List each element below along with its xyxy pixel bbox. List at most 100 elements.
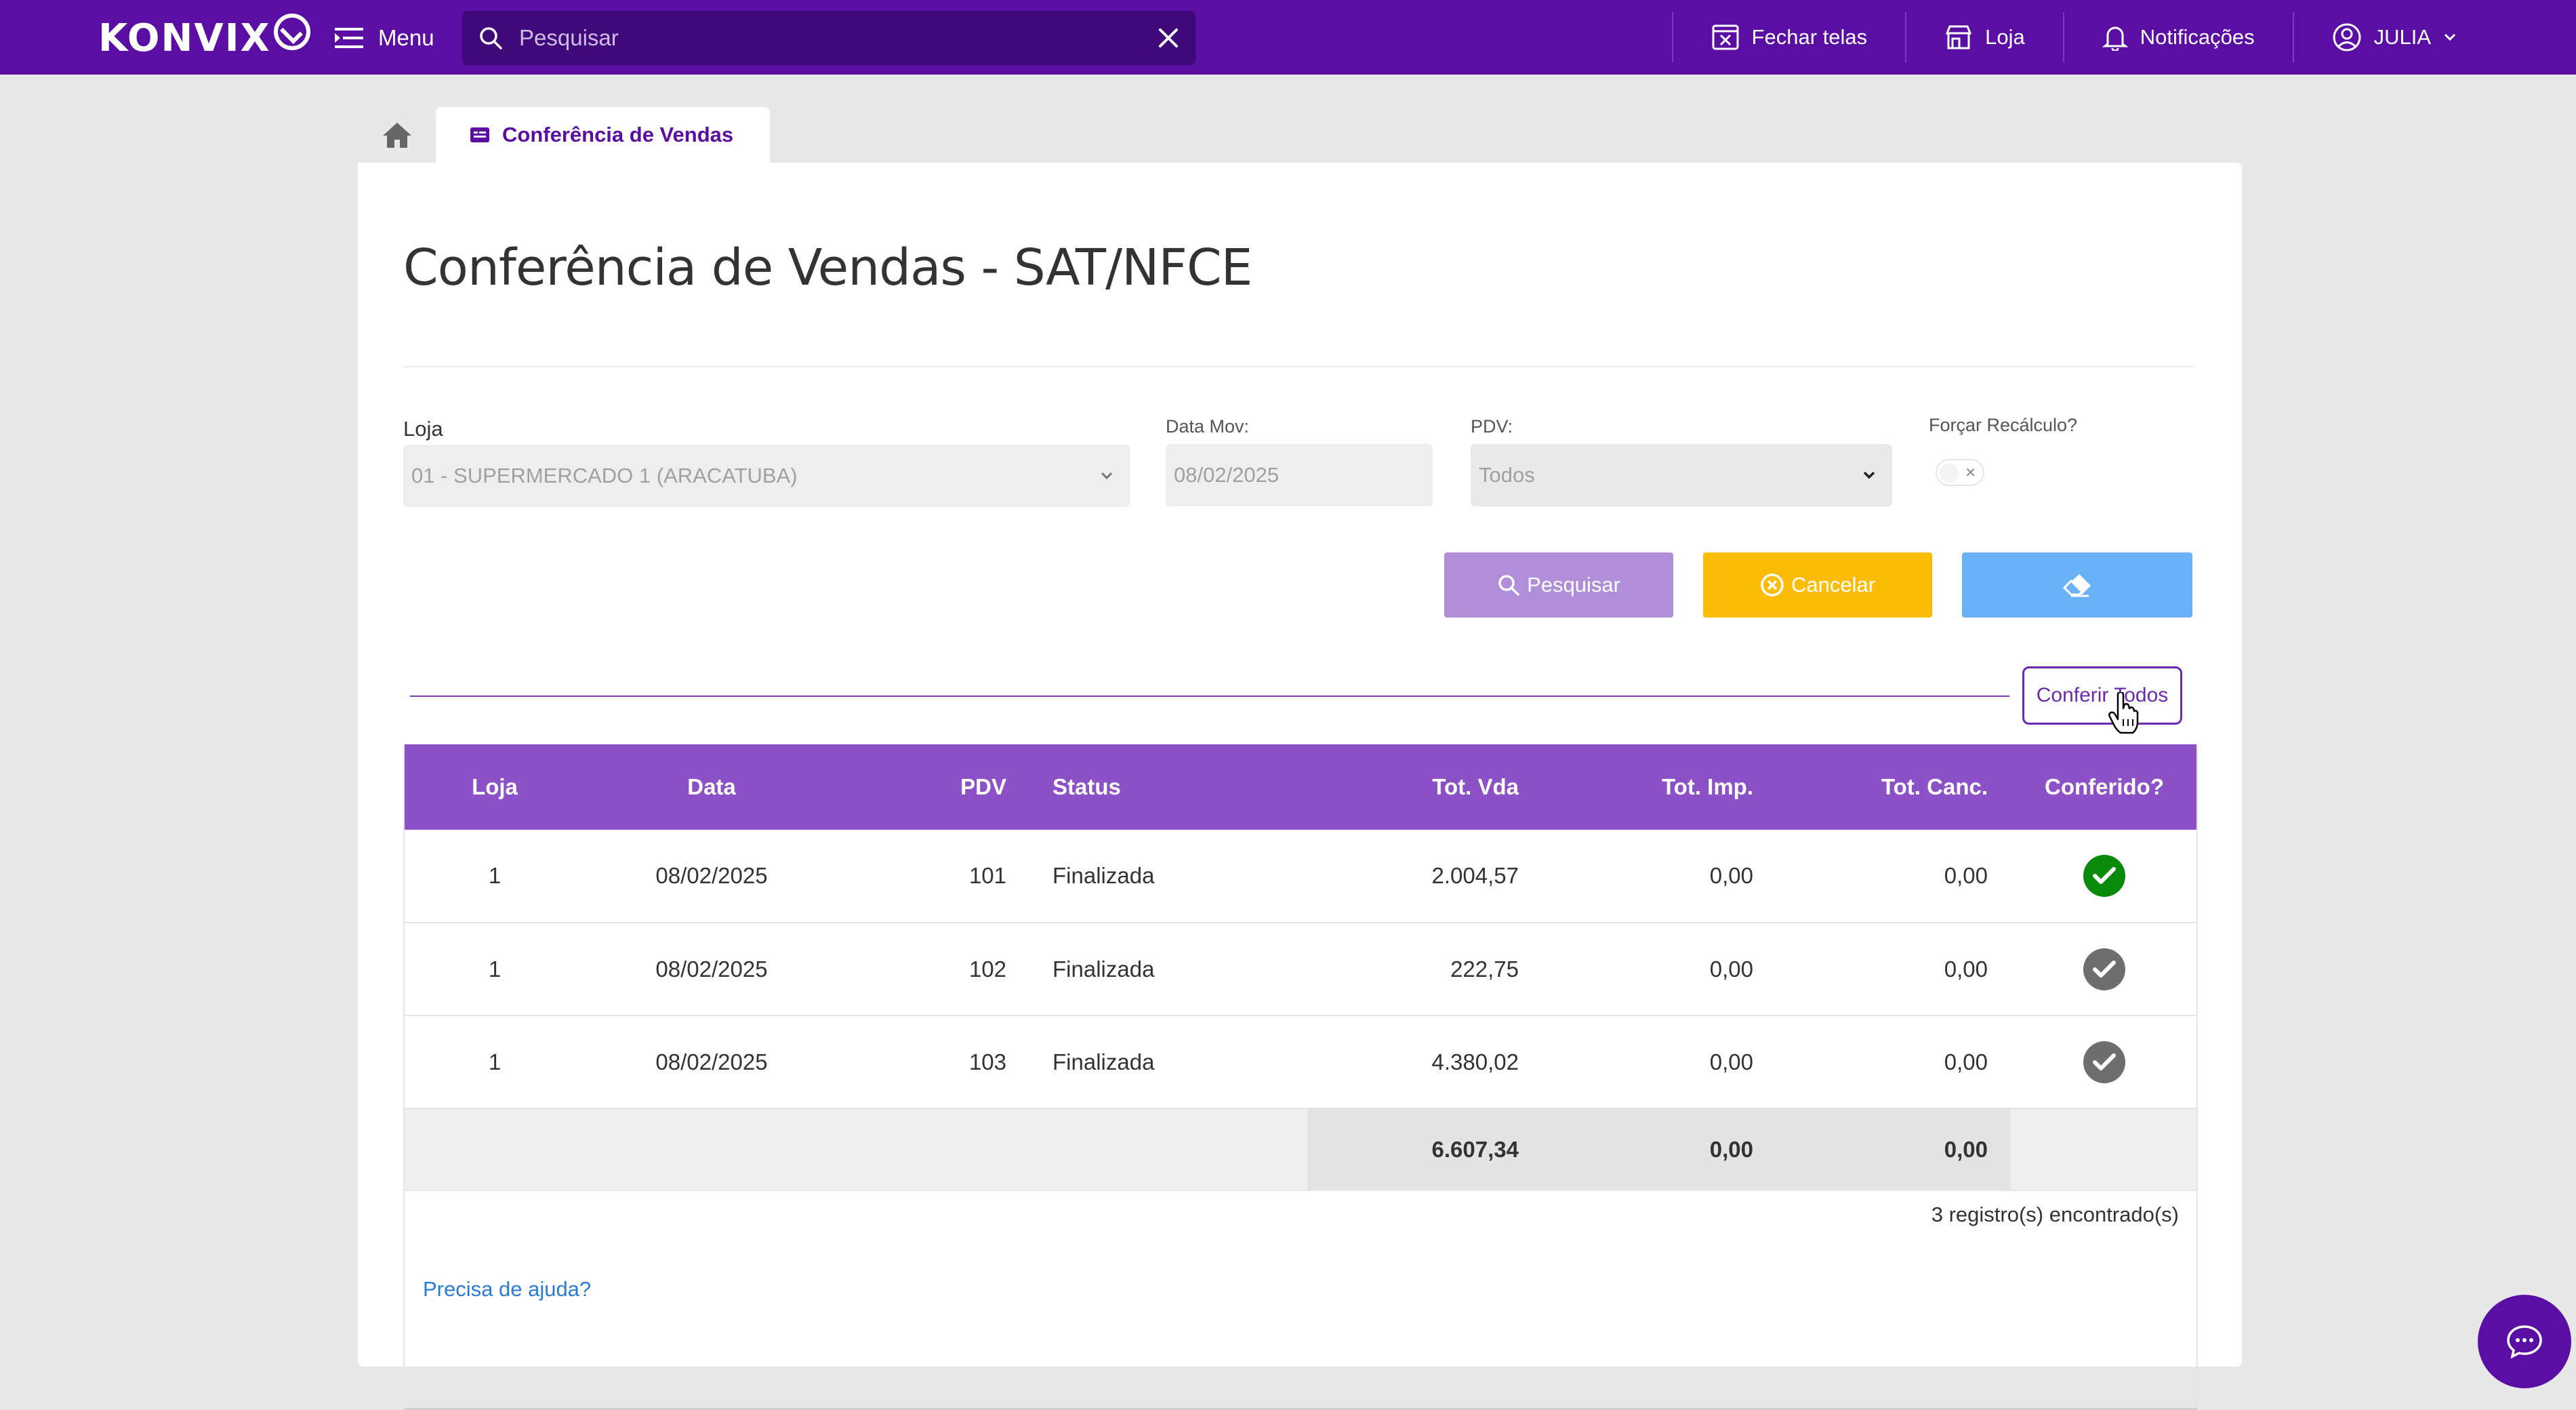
tab-conferencia-vendas[interactable]: Conferência de Vendas: [436, 107, 771, 163]
store-icon: [1945, 25, 1972, 49]
cell-tot-imp: 0,00: [1542, 1015, 1776, 1109]
col-conferido[interactable]: Conferido?: [2011, 744, 2198, 830]
col-status[interactable]: Status: [1020, 744, 1307, 830]
top-actions: Fechar telas Loja Notificações JULIA: [1671, 0, 2495, 75]
cell-conferido: [2011, 923, 2198, 1016]
help-link[interactable]: Precisa de ajuda?: [423, 1277, 591, 1302]
cell-pdv: 101: [837, 830, 1020, 923]
page-title: Conferência de Vendas - SAT/NFCE: [403, 239, 1252, 297]
cell-tot-canc: 0,00: [1776, 830, 2011, 923]
total-tot-vda: 6.607,34: [1307, 1108, 1542, 1191]
col-tot-imp[interactable]: Tot. Imp.: [1542, 744, 1776, 830]
pdv-label: PDV:: [1471, 416, 1513, 437]
check-confirmed-icon[interactable]: [2083, 855, 2125, 897]
data-mov-label: Data Mov:: [1166, 416, 1250, 437]
loja-label: Loja: [403, 417, 443, 441]
home-icon: [382, 123, 411, 148]
data-mov-field[interactable]: 08/02/2025: [1166, 444, 1433, 506]
search-button[interactable]: Pesquisar: [1444, 552, 1673, 618]
conferir-todos-button[interactable]: Conferir Todos: [2022, 666, 2182, 725]
total-tot-canc: 0,00: [1776, 1108, 2011, 1191]
col-data[interactable]: Data: [586, 744, 837, 830]
menu-button[interactable]: Menu: [335, 19, 434, 57]
cell-data: 08/02/2025: [586, 923, 837, 1016]
cell-pdv: 102: [837, 923, 1020, 1016]
cell-loja: 1: [403, 1015, 586, 1109]
logo-mark-icon: [273, 14, 310, 50]
tab-home[interactable]: [358, 107, 436, 163]
cell-tot-canc: 0,00: [1776, 923, 2011, 1016]
totals-spacer: [403, 1108, 1307, 1191]
tab-label: Conferência de Vendas: [502, 123, 734, 146]
col-tot-canc[interactable]: Tot. Canc.: [1776, 744, 2011, 830]
close-screens-label: Fechar telas: [1751, 25, 1868, 49]
totals-row: 6.607,34 0,00 0,00: [403, 1108, 2198, 1191]
tab-strip: Conferência de Vendas: [358, 107, 771, 163]
cell-pdv: 103: [837, 1015, 1020, 1109]
hamburger-icon: [335, 28, 363, 48]
cancel-button[interactable]: Cancelar: [1703, 552, 1932, 618]
top-bar: KONVIX Menu Fechar: [0, 0, 2576, 75]
cell-tot-vda: 2.004,57: [1307, 830, 1542, 923]
clear-filters-button[interactable]: [1962, 552, 2192, 618]
user-menu[interactable]: JULIA: [2292, 12, 2495, 62]
data-mov-value: 08/02/2025: [1174, 463, 1280, 487]
chat-bubble-icon: [2507, 1325, 2542, 1359]
table-row[interactable]: 1 08/02/2025 103 Finalizada 4.380,02 0,0…: [403, 1015, 2198, 1109]
cell-status: Finalizada: [1020, 923, 1307, 1016]
totals-empty: [2011, 1108, 2198, 1191]
cell-loja: 1: [403, 923, 586, 1016]
user-avatar-icon: [2333, 23, 2361, 52]
hand-cursor-icon: [2108, 692, 2139, 734]
section-divider: [410, 696, 2009, 697]
cell-data: 08/02/2025: [586, 830, 837, 923]
chevron-down-icon: [2444, 33, 2456, 41]
search-bar: [462, 11, 1195, 65]
cell-tot-canc: 0,00: [1776, 1015, 2011, 1109]
store-label: Loja: [1985, 25, 2025, 49]
search-icon: [1498, 575, 1519, 596]
store-button[interactable]: Loja: [1905, 12, 2063, 62]
table-row[interactable]: 1 08/02/2025 101 Finalizada 2.004,57 0,0…: [403, 830, 2198, 923]
conferir-todos-label: Conferir Todos: [2036, 684, 2169, 706]
loja-select[interactable]: 01 - SUPERMERCADO 1 (ARACATUBA): [403, 445, 1130, 507]
chevron-down-icon: [1101, 472, 1113, 480]
search-icon: [480, 27, 502, 49]
title-divider: [403, 366, 2194, 367]
cell-loja: 1: [403, 830, 586, 923]
cell-conferido: [2011, 1015, 2198, 1109]
recalc-label: Forçar Recálculo?: [1929, 415, 2078, 435]
cell-tot-imp: 0,00: [1542, 923, 1776, 1016]
eraser-icon: [2062, 574, 2091, 597]
close-screens-button[interactable]: Fechar telas: [1671, 12, 1906, 62]
notifications-button[interactable]: Notificações: [2062, 12, 2293, 62]
recalc-toggle[interactable]: ✕: [1936, 459, 1984, 486]
clear-search-icon[interactable]: [1158, 27, 1179, 49]
menu-label: Menu: [378, 25, 434, 50]
col-loja[interactable]: Loja: [403, 744, 586, 830]
col-tot-vda[interactable]: Tot. Vda: [1307, 744, 1542, 830]
cell-data: 08/02/2025: [586, 1015, 837, 1109]
table-row[interactable]: 1 08/02/2025 102 Finalizada 222,75 0,00 …: [403, 923, 2198, 1016]
record-count: 3 registro(s) encontrado(s): [1931, 1203, 2179, 1226]
konvix-logo[interactable]: KONVIX: [98, 14, 310, 60]
bell-icon: [2102, 26, 2128, 51]
search-button-label: Pesquisar: [1527, 573, 1620, 597]
pdv-select[interactable]: Todos: [1471, 444, 1892, 506]
cancel-circle-icon: [1761, 573, 1784, 597]
loja-value: 01 - SUPERMERCADO 1 (ARACATUBA): [411, 464, 798, 487]
check-unconfirmed-icon[interactable]: [2083, 948, 2125, 990]
col-pdv[interactable]: PDV: [837, 744, 1020, 830]
logo-text: KONVIX: [98, 16, 271, 60]
table-header-row: Loja Data PDV Status Tot. Vda Tot. Imp. …: [403, 744, 2198, 830]
cell-status: Finalizada: [1020, 1015, 1307, 1109]
check-unconfirmed-icon[interactable]: [2083, 1041, 2125, 1083]
main-card: Conferência de Vendas - SAT/NFCE Loja 01…: [358, 163, 2242, 1410]
receipt-icon: [470, 127, 489, 142]
user-name: JULIA: [2373, 25, 2431, 49]
chevron-down-icon: [1863, 471, 1875, 479]
chat-button[interactable]: [2478, 1295, 2571, 1388]
cell-status: Finalizada: [1020, 830, 1307, 923]
cancel-button-label: Cancelar: [1791, 573, 1876, 597]
search-input[interactable]: [519, 25, 1158, 51]
